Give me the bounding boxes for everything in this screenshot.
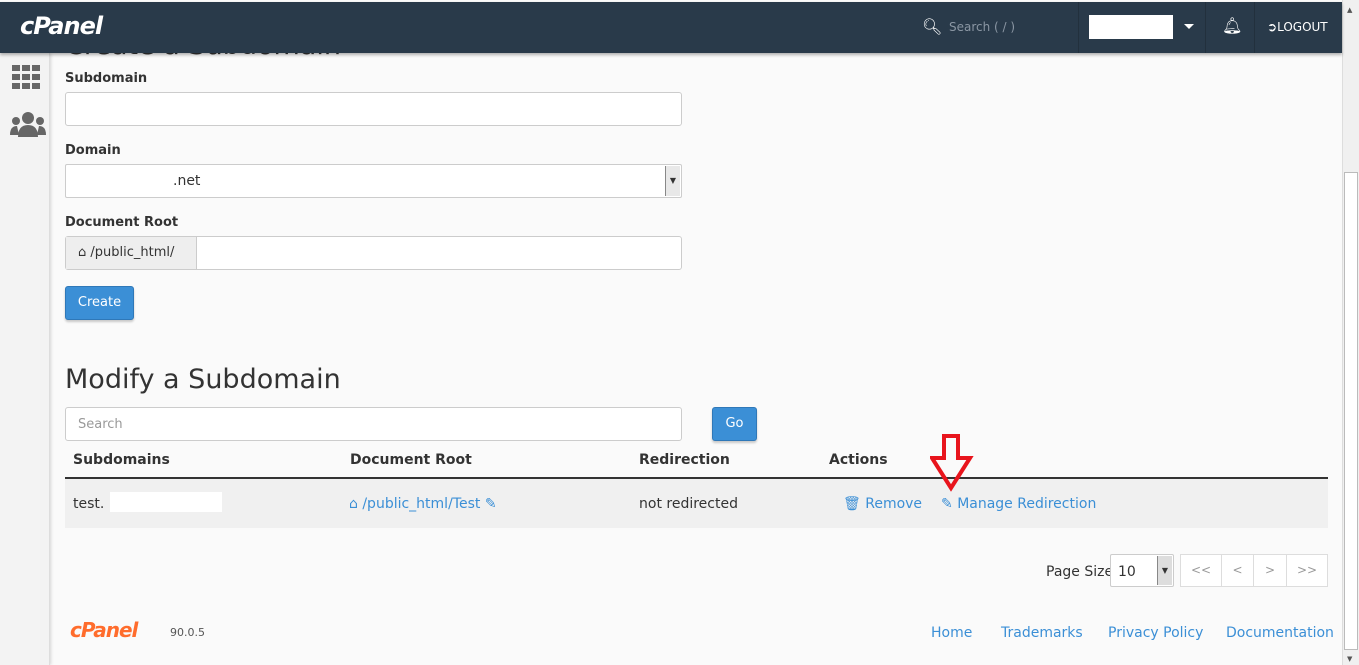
remove-button[interactable]: 🗑︎ Remove	[843, 496, 922, 512]
trash-icon: 🗑︎	[843, 496, 861, 512]
grid-icon[interactable]	[12, 65, 42, 91]
column-header-document-root[interactable]: Document Root	[350, 452, 472, 468]
divider	[1078, 2, 1079, 53]
column-header-subdomains[interactable]: Subdomains	[73, 452, 170, 468]
logout-icon: ➲	[1267, 20, 1278, 34]
subdomain-label: Subdomain	[65, 71, 148, 86]
user-menu[interactable]	[1089, 15, 1173, 39]
table-row: test. ⌂ /public_html/Test ✎ not redirect…	[65, 479, 1328, 528]
subdomain-search-input[interactable]: Search	[65, 407, 682, 441]
annotation-arrow-down-icon	[930, 434, 974, 492]
document-root-input[interactable]	[198, 237, 681, 269]
chevron-down-icon[interactable]	[1184, 24, 1194, 29]
first-page-button[interactable]: <<	[1180, 554, 1222, 587]
document-root-link[interactable]: ⌂ /public_html/Test ✎	[349, 496, 497, 512]
redacted-domain	[110, 492, 222, 512]
bell-icon[interactable]: 🔔︎	[1222, 16, 1242, 35]
go-button[interactable]: Go	[712, 407, 757, 441]
footer-link-privacy-policy[interactable]: Privacy Policy	[1108, 625, 1203, 641]
search-icon[interactable]: 🔍︎	[922, 17, 942, 36]
scroll-up-icon[interactable]: ▲	[1347, 6, 1352, 14]
footer-link-trademarks[interactable]: Trademarks	[1001, 625, 1083, 641]
divider	[1254, 2, 1255, 53]
users-icon[interactable]	[10, 111, 46, 139]
page-size-label: Page Size	[1046, 564, 1114, 580]
footer-cpanel-logo[interactable]: cPanel	[70, 618, 138, 642]
modify-subdomain-title: Modify a Subdomain	[65, 364, 341, 395]
subdomain-cell: test.	[73, 496, 105, 512]
top-header: cPanel 🔍︎ Search ( / ) 🔔︎ ➲LOGOUT	[0, 2, 1342, 53]
scroll-down-icon[interactable]: ▼	[1347, 655, 1352, 663]
previous-page-button[interactable]: <	[1221, 554, 1254, 587]
document-root-prefix: ⌂ /public_html/	[66, 237, 197, 269]
manage-redirection-button[interactable]: ✎ Manage Redirection	[941, 496, 1096, 512]
column-header-redirection[interactable]: Redirection	[639, 452, 730, 468]
document-root-group: ⌂ /public_html/	[65, 236, 682, 270]
pencil-icon: ✎	[941, 496, 953, 512]
next-page-button[interactable]: >	[1253, 554, 1287, 587]
scrollbar-thumb[interactable]	[1344, 172, 1358, 650]
domain-label: Domain	[65, 143, 121, 158]
home-icon: ⌂	[78, 245, 87, 260]
cpanel-logo[interactable]: cPanel	[20, 12, 103, 40]
page-size-select[interactable]: 10 ▼	[1110, 554, 1174, 587]
chevron-down-icon[interactable]: ▼	[1157, 556, 1172, 585]
logout-button[interactable]: ➲LOGOUT	[1267, 20, 1328, 34]
create-button[interactable]: Create	[65, 286, 134, 320]
document-root-label: Document Root	[65, 215, 179, 230]
chevron-down-icon[interactable]: ▼	[665, 166, 680, 196]
header-search-input[interactable]: Search ( / )	[949, 20, 1015, 34]
pencil-icon[interactable]: ✎	[485, 496, 497, 512]
footer-link-home[interactable]: Home	[931, 625, 972, 641]
domain-select[interactable]: .net ▼	[65, 164, 682, 198]
last-page-button[interactable]: >>	[1286, 554, 1328, 587]
sidebar	[0, 53, 50, 665]
footer-link-documentation[interactable]: Documentation	[1226, 625, 1334, 641]
version-text: 90.0.5	[170, 626, 205, 639]
subdomain-input[interactable]	[65, 92, 682, 126]
home-icon: ⌂	[349, 496, 358, 512]
column-header-actions: Actions	[829, 452, 888, 468]
redirection-cell: not redirected	[639, 496, 738, 512]
divider	[1205, 2, 1206, 53]
